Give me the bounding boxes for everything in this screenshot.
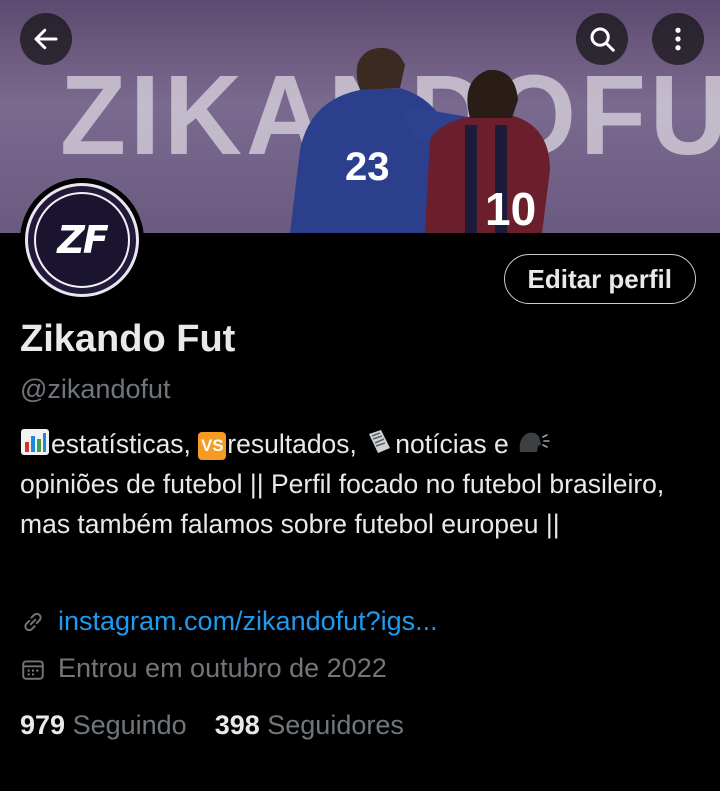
avatar-ring: ZF <box>34 192 130 288</box>
back-button[interactable] <box>20 13 72 65</box>
website-link[interactable]: instagram.com/zikandofut?igs... <box>58 606 438 637</box>
avatar[interactable]: ZF <box>20 178 144 302</box>
edit-profile-button[interactable]: Editar perfil <box>503 254 696 304</box>
bio-text-1: estatísticas, <box>51 429 199 459</box>
following-count: 979 <box>20 710 66 740</box>
following-label: Seguindo <box>72 710 187 740</box>
follow-stats: 979 Seguindo 398 Seguidores <box>20 710 404 741</box>
newspaper-emoji-icon <box>369 430 391 453</box>
search-button[interactable] <box>576 13 628 65</box>
vs-emoji-icon: VS <box>198 432 227 460</box>
more-vertical-icon <box>675 27 681 51</box>
bio-text-2: resultados, <box>227 429 365 459</box>
svg-text:23: 23 <box>345 145 390 189</box>
more-button[interactable] <box>652 13 704 65</box>
bio-text-3: notícias e <box>395 429 517 459</box>
website-row: instagram.com/zikandofut?igs... <box>20 606 438 637</box>
joined-row: Entrou em outubro de 2022 <box>20 653 387 684</box>
link-icon <box>24 612 42 631</box>
bio: estatísticas, VS resultados, notícias e o… <box>20 424 710 544</box>
calendar-icon <box>22 659 44 680</box>
followers-label: Seguidores <box>267 710 404 740</box>
avatar-image: ZF <box>25 183 139 297</box>
display-name: Zikando Fut <box>20 318 236 360</box>
search-icon <box>590 27 615 52</box>
following-link[interactable]: 979 Seguindo <box>20 710 187 741</box>
bio-text-4: opiniões de futebol || Perfil focado no … <box>20 469 665 539</box>
svg-text:10: 10 <box>485 183 536 233</box>
arrow-left-icon <box>34 28 58 50</box>
followers-link[interactable]: 398 Seguidores <box>215 710 404 741</box>
followers-count: 398 <box>214 710 260 740</box>
speaking-head-emoji-icon <box>519 432 550 452</box>
avatar-logo-text: ZF <box>57 218 108 262</box>
handle: @zikandofut <box>20 374 171 404</box>
bar-chart-emoji-icon <box>21 429 49 455</box>
joined-date: Entrou em outubro de 2022 <box>58 653 387 683</box>
banner-photo: 23 10 <box>290 47 550 233</box>
